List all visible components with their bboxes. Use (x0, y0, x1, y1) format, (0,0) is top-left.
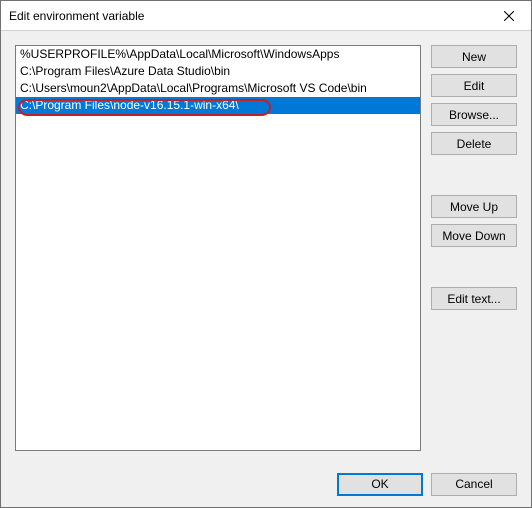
ok-button[interactable]: OK (337, 473, 423, 496)
list-item[interactable]: C:\Program Files\node-v16.15.1-win-x64\ (16, 97, 420, 114)
edit-text-button[interactable]: Edit text... (431, 287, 517, 310)
spacer (431, 161, 517, 189)
browse-button[interactable]: Browse... (431, 103, 517, 126)
titlebar: Edit environment variable (1, 1, 531, 31)
list-item[interactable]: %USERPROFILE%\AppData\Local\Microsoft\Wi… (16, 46, 420, 63)
move-down-button[interactable]: Move Down (431, 224, 517, 247)
cancel-button[interactable]: Cancel (431, 473, 517, 496)
close-icon (504, 11, 514, 21)
window-title: Edit environment variable (9, 9, 144, 23)
list-item[interactable]: C:\Users\moun2\AppData\Local\Programs\Mi… (16, 80, 420, 97)
button-column: New Edit Browse... Delete Move Up Move D… (431, 45, 517, 451)
spacer (431, 253, 517, 281)
footer: OK Cancel (1, 461, 531, 507)
list-item[interactable]: C:\Program Files\Azure Data Studio\bin (16, 63, 420, 80)
new-button[interactable]: New (431, 45, 517, 68)
close-button[interactable] (486, 1, 531, 30)
path-listbox[interactable]: %USERPROFILE%\AppData\Local\Microsoft\Wi… (15, 45, 421, 451)
dialog-window: Edit environment variable %USERPROFILE%\… (0, 0, 532, 508)
delete-button[interactable]: Delete (431, 132, 517, 155)
move-up-button[interactable]: Move Up (431, 195, 517, 218)
content-area: %USERPROFILE%\AppData\Local\Microsoft\Wi… (1, 31, 531, 461)
edit-button[interactable]: Edit (431, 74, 517, 97)
